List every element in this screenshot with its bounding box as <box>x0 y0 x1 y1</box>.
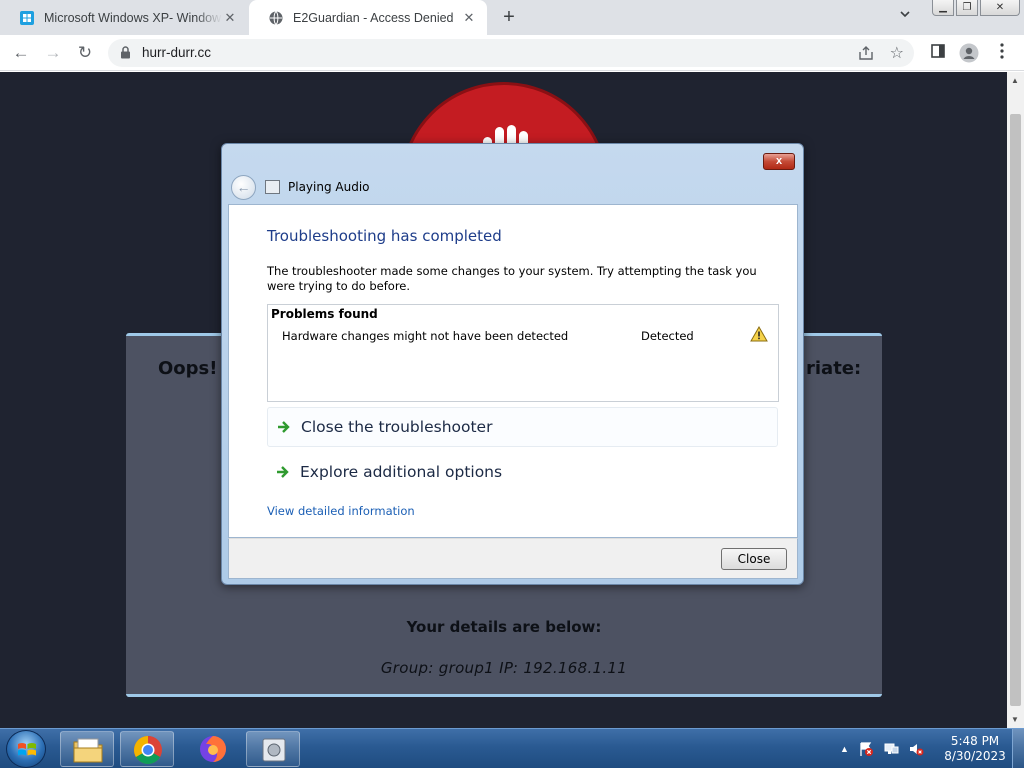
side-panel-icon[interactable] <box>928 43 948 63</box>
group-ip-line: Group: group1 IP: 192.168.1.11 <box>380 659 628 677</box>
dialog-title: Playing Audio <box>288 180 370 194</box>
dialog-footer: Close <box>228 538 798 579</box>
close-window-icon[interactable]: ✕ <box>980 0 1020 16</box>
windows-logo-icon <box>20 10 34 25</box>
completion-heading: Troubleshooting has completed <box>267 227 502 245</box>
taskbar-troubleshooter[interactable] <box>246 731 300 767</box>
show-desktop-button[interactable] <box>1012 729 1024 768</box>
show-hidden-icons-icon[interactable]: ▲ <box>840 744 849 754</box>
problem-name: Hardware changes might not have been det… <box>282 329 569 343</box>
dialog-close-icon[interactable]: x <box>763 153 795 170</box>
page-scrollbar[interactable]: ▲ ▼ <box>1007 72 1024 728</box>
scroll-down-icon[interactable]: ▼ <box>1011 715 1019 724</box>
restore-icon[interactable]: ❐ <box>956 0 978 16</box>
close-troubleshooter-label: Close the troubleshooter <box>301 418 493 436</box>
action-center-flag-icon[interactable] <box>858 741 874 757</box>
tab-title: E2Guardian - Access Denied <box>293 10 454 25</box>
forward-arrow-icon[interactable]: → <box>41 41 65 65</box>
explore-options-label: Explore additional options <box>300 463 503 481</box>
close-troubleshooter-link[interactable]: Close the troubleshooter <box>267 407 778 447</box>
network-icon[interactable] <box>883 741 899 757</box>
close-button[interactable]: Close <box>721 548 787 570</box>
tab-title: Microsoft Windows XP- Windows <box>44 10 222 25</box>
new-tab-button[interactable]: + <box>498 6 520 28</box>
system-tray: ▲ <box>840 737 924 761</box>
minimize-icon[interactable]: ▁ <box>932 0 954 16</box>
oops-heading-end: riate: <box>806 358 862 379</box>
tab-e2guardian[interactable]: E2Guardian - Access Denied ✕ <box>249 0 487 35</box>
reload-icon[interactable]: ↻ <box>73 41 97 65</box>
troubleshooter-icon <box>262 738 286 762</box>
taskbar-firefox[interactable] <box>186 731 240 767</box>
taskbar-chrome[interactable] <box>120 731 174 767</box>
scroll-up-icon[interactable]: ▲ <box>1011 76 1019 85</box>
problem-status: Detected <box>641 329 694 343</box>
bookmark-star-icon[interactable]: ☆ <box>890 43 904 63</box>
windows-taskbar: ▲ 5:48 PM 8/30/2023 <box>0 728 1024 768</box>
close-tab-icon[interactable]: ✕ <box>461 10 477 26</box>
explore-options-link[interactable]: Explore additional options <box>267 453 778 493</box>
share-icon[interactable] <box>858 45 874 61</box>
back-button[interactable]: ← <box>231 175 256 200</box>
window-controls: ▁ ❐ ✕ <box>932 0 1020 16</box>
profile-avatar-icon[interactable] <box>959 43 979 63</box>
folder-icon <box>73 738 103 763</box>
start-button[interactable] <box>6 730 46 768</box>
volume-muted-icon[interactable] <box>908 741 924 757</box>
details-heading: Your details are below: <box>406 618 602 636</box>
green-arrow-icon <box>278 421 290 433</box>
menu-kebab-icon[interactable] <box>992 43 1012 63</box>
warning-icon <box>750 326 768 342</box>
troubleshooter-app-icon <box>265 180 280 194</box>
problems-found-box: Problems found Hardware changes might no… <box>267 304 779 402</box>
clock-time: 5:48 PM <box>950 734 1000 748</box>
windows-flag-icon <box>18 743 36 756</box>
dialog-body: Troubleshooting has completed The troubl… <box>228 204 798 538</box>
clock-date: 8/30/2023 <box>944 749 1006 763</box>
tab-windows-xp[interactable]: Microsoft Windows XP- Windows ✕ <box>0 0 248 35</box>
taskbar-file-explorer[interactable] <box>60 731 114 767</box>
tab-search-chevron-icon[interactable] <box>896 8 914 26</box>
lock-icon <box>121 46 130 59</box>
completion-description: The troubleshooter made some changes to … <box>267 264 757 293</box>
scrollbar-thumb[interactable] <box>1010 114 1021 706</box>
address-bar[interactable]: hurr-durr.cc ☆ <box>108 39 914 67</box>
globe-icon <box>269 10 283 25</box>
taskbar-clock[interactable]: 5:48 PM 8/30/2023 <box>940 734 1010 764</box>
chrome-icon <box>134 736 162 764</box>
green-arrow-icon <box>277 466 289 478</box>
view-detailed-information-link[interactable]: View detailed information <box>267 504 415 518</box>
close-tab-icon[interactable]: ✕ <box>222 10 238 26</box>
browser-tab-strip: Microsoft Windows XP- Windows ✕ E2Guardi… <box>0 0 1024 35</box>
problems-found-header: Problems found <box>271 307 378 321</box>
back-arrow-icon[interactable]: ← <box>9 41 33 65</box>
browser-toolbar: ← → ↻ hurr-durr.cc ☆ <box>0 35 1024 71</box>
firefox-icon <box>200 736 226 762</box>
url-text: hurr-durr.cc <box>142 45 212 60</box>
troubleshooter-dialog: x ← Playing Audio Troubleshooting has co… <box>221 143 804 585</box>
